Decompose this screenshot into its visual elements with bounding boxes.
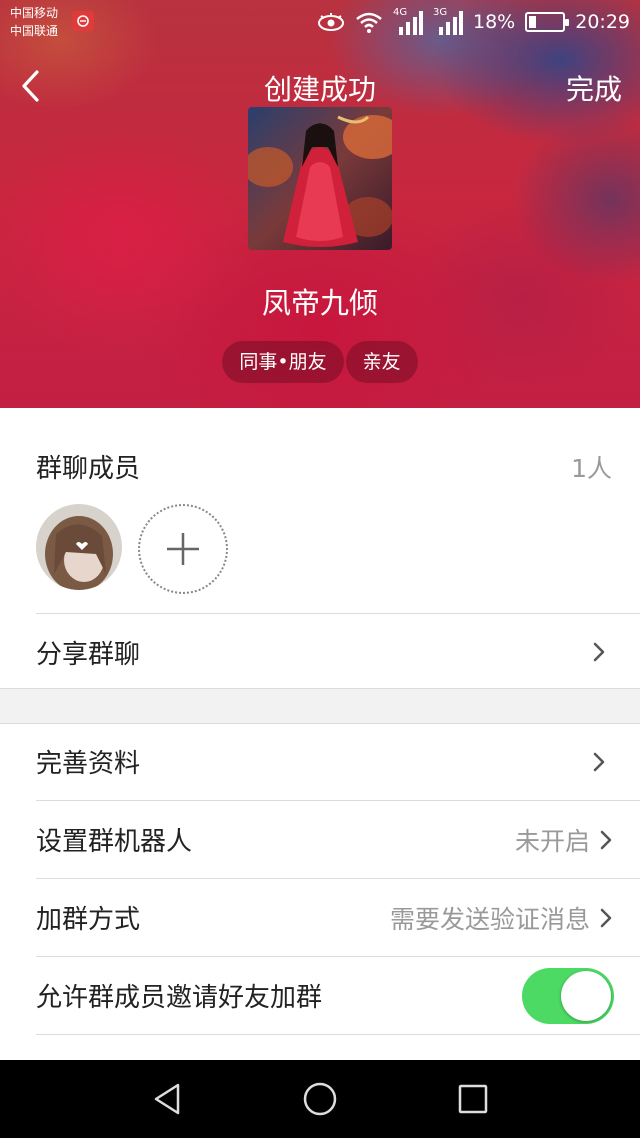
group-tag[interactable]: 亲友 — [345, 341, 418, 383]
chevron-right-icon — [598, 903, 614, 933]
profile-label: 完善资料 — [36, 749, 141, 779]
share-group-row[interactable]: 分享群聊 — [36, 613, 640, 691]
nav-back-button[interactable] — [137, 1069, 197, 1129]
system-navigation-bar — [0, 1060, 640, 1138]
group-tags: 同事•朋友 亲友 — [0, 341, 640, 383]
carrier-info: 中国移动 中国联通 — [10, 4, 58, 40]
eye-icon — [318, 13, 344, 31]
page-title: 创建成功 — [263, 73, 376, 106]
carrier-1: 中国移动 — [10, 6, 59, 20]
plus-icon — [167, 533, 199, 565]
nav-home-button[interactable] — [290, 1069, 350, 1129]
clock: 20:29 — [575, 11, 630, 33]
group-tag[interactable]: 同事•朋友 — [222, 341, 344, 383]
notification-app-icon — [72, 11, 94, 31]
group-settings-panel: 群聊成员 1人 分享群聊 完善资料 设置群机器人 未开启 加群方式 需要发送验证… — [0, 408, 640, 1060]
battery-icon — [525, 12, 570, 32]
invite-row: 允许群成员邀请好友加群 — [36, 957, 640, 1035]
profile-row[interactable]: 完善资料 — [36, 723, 640, 801]
chevron-right-icon — [584, 637, 614, 667]
status-bar: 中国移动 中国联通 4G 3G 18% 20:29 — [0, 0, 640, 44]
signal-4g-icon: 4G — [393, 7, 423, 35]
triangle-back-icon — [154, 1083, 179, 1115]
invite-label: 允许群成员邀请好友加群 — [36, 983, 323, 1013]
join-method-row[interactable]: 加群方式 需要发送验证消息 — [36, 879, 640, 957]
chevron-right-icon — [598, 825, 614, 855]
invite-toggle[interactable] — [522, 967, 614, 1024]
signal-3g-icon: 3G — [433, 7, 463, 35]
wifi-icon — [356, 12, 382, 33]
add-member-button[interactable] — [138, 504, 228, 594]
group-header-background: 中国移动 中国联通 4G 3G 18% 20:29 创建成功 完成 凤帝九倾 同… — [0, 0, 640, 408]
members-header: 群聊成员 1人 — [36, 448, 612, 485]
robot-value: 未开启 — [514, 826, 590, 856]
section-divider — [0, 688, 640, 724]
chevron-right-icon — [584, 747, 614, 777]
battery-percent: 18% — [473, 11, 516, 33]
robot-label: 设置群机器人 — [36, 827, 193, 857]
robot-row[interactable]: 设置群机器人 未开启 — [36, 801, 640, 879]
circle-home-icon — [303, 1082, 337, 1116]
toggle-knob — [561, 970, 611, 1021]
done-button[interactable]: 完成 — [566, 68, 622, 108]
status-icons: 4G 3G 18% 20:29 — [317, 6, 630, 38]
members-title: 群聊成员 — [36, 454, 141, 484]
join-method-value: 需要发送验证消息 — [389, 904, 590, 934]
carrier-2: 中国联通 — [10, 24, 59, 38]
members-count[interactable]: 1人 — [571, 449, 612, 485]
battery-level — [529, 16, 536, 28]
group-name: 凤帝九倾 — [261, 286, 378, 320]
group-avatar[interactable] — [248, 107, 392, 250]
square-recents-icon — [459, 1084, 488, 1114]
share-group-label: 分享群聊 — [36, 639, 141, 670]
avatar[interactable] — [36, 504, 122, 590]
nav-recents-button[interactable] — [443, 1069, 503, 1129]
join-method-label: 加群方式 — [36, 905, 141, 935]
